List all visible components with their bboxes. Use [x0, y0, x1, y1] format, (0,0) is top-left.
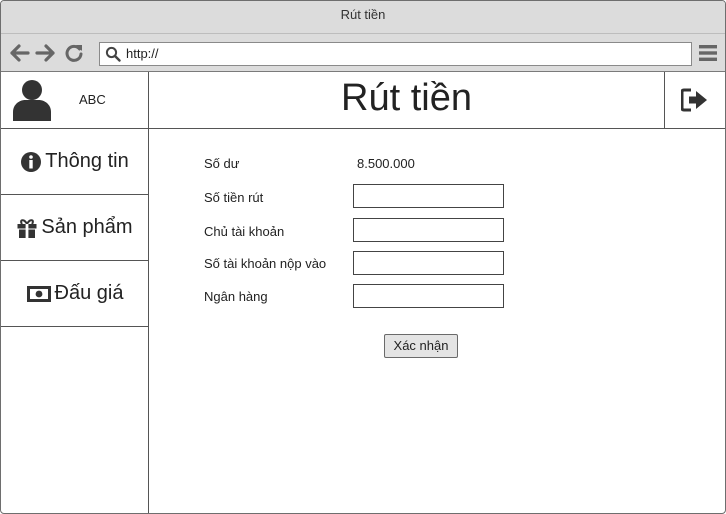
hamburger-menu-icon[interactable] — [699, 44, 717, 62]
balance-label: Số dư — [204, 156, 240, 171]
search-icon — [105, 46, 121, 62]
sidebar-item-label: Đấu giá — [54, 282, 124, 304]
reload-icon[interactable] — [64, 43, 84, 63]
account-number-input[interactable] — [353, 251, 504, 275]
sidebar-item-auction[interactable]: Đấu giá — [1, 261, 148, 327]
window-titlebar: Rút tiền — [1, 1, 725, 34]
account-number-label: Số tài khoản nộp vào — [204, 256, 327, 271]
window-title: Rút tiền — [340, 7, 386, 22]
account-holder-input[interactable] — [353, 218, 504, 242]
sidebar-item-info[interactable]: Thông tin — [1, 129, 148, 195]
sidebar-item-label: Thông tin — [45, 150, 129, 172]
sidebar: ABC Thông tin Sản phẩm Đấu giá — [1, 72, 149, 513]
forward-arrow-icon[interactable] — [35, 43, 55, 63]
amount-label: Số tiền rút — [204, 190, 264, 205]
confirm-button[interactable]: Xác nhận — [384, 334, 458, 358]
info-icon — [21, 151, 42, 172]
page-header: Rút tiền — [149, 72, 725, 129]
back-arrow-icon[interactable] — [10, 43, 30, 63]
browser-toolbar: http:// — [1, 34, 725, 72]
sidebar-item-products[interactable]: Sản phẩm — [1, 195, 148, 261]
page-title: Rút tiền — [341, 77, 472, 119]
money-icon — [26, 285, 51, 302]
balance-value: 8.500.000 — [357, 156, 415, 171]
bank-input[interactable] — [353, 284, 504, 308]
bank-label: Ngân hàng — [204, 289, 268, 304]
address-text: http:// — [126, 46, 159, 61]
logout-button[interactable] — [664, 72, 725, 128]
address-bar[interactable]: http:// — [99, 42, 692, 66]
sign-out-icon — [681, 88, 707, 112]
user-avatar-icon — [13, 80, 51, 121]
user-panel: ABC — [1, 72, 148, 129]
sidebar-item-label: Sản phẩm — [41, 216, 133, 238]
amount-input[interactable] — [353, 184, 504, 208]
browser-window: Rút tiền http:// ABC Thông tin Sản phẩm … — [0, 0, 726, 514]
user-name: ABC — [79, 92, 106, 107]
account-holder-label: Chủ tài khoản — [204, 224, 285, 239]
gift-icon — [17, 218, 37, 238]
